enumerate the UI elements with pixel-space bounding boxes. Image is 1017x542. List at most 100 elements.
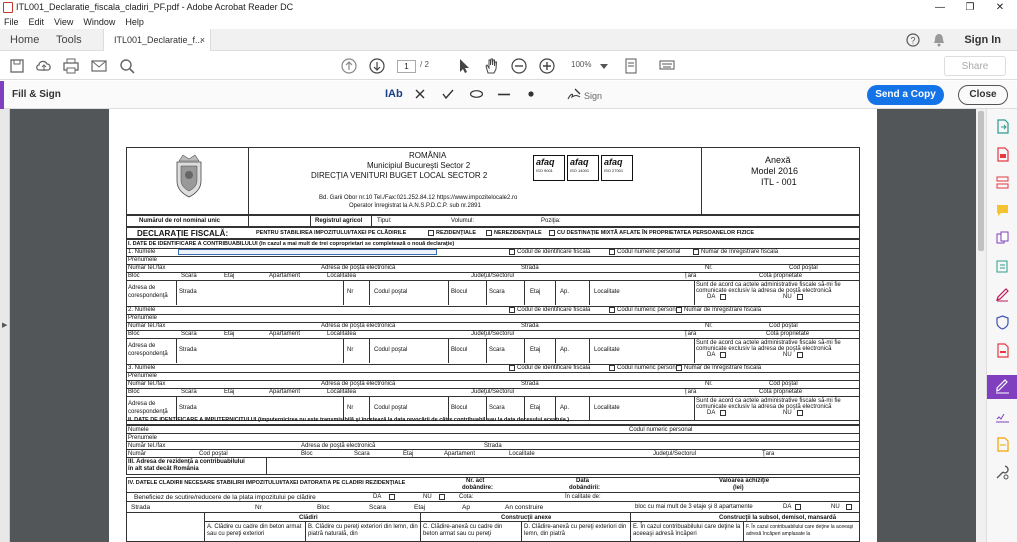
close-button[interactable]: Close [958, 85, 1008, 105]
corr-divider [589, 281, 590, 305]
close-tab-icon[interactable]: × [200, 29, 205, 51]
owner-3-reg_no-checkbox[interactable] [676, 365, 682, 371]
redact-icon[interactable] [995, 343, 1010, 358]
fill-sign-tool-active[interactable] [987, 375, 1017, 399]
create-pdf-icon[interactable] [995, 147, 1010, 162]
edit-pdf-icon[interactable] [995, 259, 1010, 274]
protect-icon[interactable] [995, 315, 1010, 330]
owner-3-corr-loc: Localitate [594, 405, 620, 411]
menu-help[interactable]: Help [125, 17, 144, 27]
mixed-checkbox[interactable] [549, 230, 555, 236]
add-text-icon[interactable]: IAb [385, 87, 403, 101]
owner-3-consent-no-checkbox[interactable] [797, 410, 803, 416]
page-total: / 2 [420, 60, 429, 69]
next-page-icon[interactable] [368, 57, 386, 75]
s4-col-c: C. Clădire-anexă cu cadre din beton arma… [423, 524, 503, 537]
fill-sign-pen-icon [996, 379, 1009, 394]
check-mark-icon[interactable] [442, 89, 454, 99]
left-navigation-pane[interactable]: ▶ [0, 109, 10, 542]
export-pdf-icon[interactable] [995, 119, 1010, 134]
vertical-scrollbar[interactable] [976, 109, 986, 542]
owner-1-fiscal_id-checkbox[interactable] [509, 249, 515, 255]
sign-label[interactable]: Sign [584, 89, 602, 103]
comment-icon[interactable] [995, 203, 1010, 218]
help-icon[interactable]: ? [906, 33, 920, 47]
pen-icon[interactable] [995, 287, 1010, 302]
owner-3-personal_code-checkbox[interactable] [609, 365, 615, 371]
owner-2-personal_code-checkbox[interactable] [609, 307, 615, 313]
owner-2-reg_no-checkbox[interactable] [676, 307, 682, 313]
scrollbar-thumb[interactable] [978, 111, 984, 251]
document-viewer[interactable]: ROMÂNIA Municipiul Bucureşti Sector 2 DI… [10, 109, 976, 542]
page-fit-icon[interactable] [623, 57, 641, 75]
hand-tool-icon[interactable] [482, 57, 500, 75]
owner-2-fiscal_id-checkbox[interactable] [509, 307, 515, 313]
bell-icon[interactable] [933, 33, 945, 47]
ellipse-icon[interactable] [470, 90, 483, 98]
owner-3-consent-yes-checkbox[interactable] [720, 410, 726, 416]
keyboard-icon[interactable] [658, 57, 676, 75]
tab-document[interactable]: ITL001_Declaratie_f... × [103, 29, 211, 51]
organize-pages-icon[interactable] [995, 175, 1010, 190]
more-tools-icon[interactable] [995, 465, 1010, 480]
email-icon[interactable] [90, 57, 108, 75]
owner-2-country-label: Ţara [684, 331, 697, 337]
s4-floors-no-checkbox[interactable] [846, 504, 852, 510]
owner-1-consent-yes-checkbox[interactable] [720, 294, 726, 300]
select-cursor-icon[interactable] [455, 57, 473, 75]
zoom-in-icon[interactable] [538, 57, 556, 75]
sign-in-button[interactable]: Sign In [964, 29, 1001, 51]
owner-1-share-label: Cotă proprietate [759, 273, 803, 279]
owner-1-personal_code-checkbox[interactable] [609, 249, 615, 255]
zoom-dropdown-icon[interactable] [600, 64, 608, 69]
section-3-subtitle: în alt stat decât România [128, 466, 199, 472]
share-button[interactable]: Share [944, 56, 1006, 76]
print-icon[interactable] [62, 57, 80, 75]
sign-pen-icon[interactable] [566, 87, 582, 101]
send-file-icon[interactable] [995, 437, 1010, 452]
menu-window[interactable]: Window [83, 17, 115, 27]
owner-2-consent-yes-checkbox[interactable] [720, 352, 726, 358]
save-icon[interactable] [8, 57, 26, 75]
pdf-file-icon [3, 2, 13, 13]
combine-files-icon[interactable] [995, 231, 1010, 246]
search-icon[interactable] [118, 57, 136, 75]
s4-floors-yes-checkbox[interactable] [795, 504, 801, 510]
menu-edit[interactable]: Edit [29, 17, 45, 27]
owner-3-apartment-label: Apartament [269, 389, 301, 395]
owner-2-consent-no-checkbox[interactable] [797, 352, 803, 358]
dot-icon[interactable] [528, 91, 534, 97]
s4-benefit-no-checkbox[interactable] [439, 494, 445, 500]
owner-1-corr-nr: Nr [347, 289, 354, 295]
tab-tools[interactable]: Tools [56, 29, 82, 51]
close-window-button[interactable]: ✕ [985, 0, 1015, 15]
cross-mark-icon[interactable] [415, 89, 425, 99]
send-copy-button[interactable]: Send a Copy [867, 85, 944, 105]
owner-1-reg_no-checkbox[interactable] [693, 249, 699, 255]
line-icon[interactable] [498, 93, 510, 96]
expand-pane-icon[interactable]: ▶ [2, 321, 7, 329]
owner-1-name-input[interactable] [178, 249, 437, 255]
minimize-button[interactable]: — [925, 0, 955, 15]
restore-button[interactable]: ❐ [955, 0, 985, 15]
send-for-signature-icon[interactable] [995, 409, 1010, 424]
pdf-page: ROMÂNIA Municipiul Bucureşti Sector 2 DI… [109, 109, 877, 542]
menu-view[interactable]: View [54, 17, 73, 27]
owner-1-consent-no-checkbox[interactable] [797, 294, 803, 300]
nonresidential-checkbox[interactable] [486, 230, 492, 236]
owner-1-consent-no: NU [783, 294, 792, 300]
tab-home[interactable]: Home [10, 29, 39, 51]
owner-1-first-name-label: Prenumele [128, 257, 158, 263]
s4-benefit-yes-checkbox[interactable] [389, 494, 395, 500]
owner-3-personal_code-label: Codul numeric personal [617, 365, 681, 371]
previous-page-icon[interactable] [340, 57, 358, 75]
section-3-title: III. Adresa de rezidenţă a contribuabilu… [128, 459, 245, 465]
menu-file[interactable]: File [4, 17, 19, 27]
residential-checkbox[interactable] [428, 230, 434, 236]
zoom-level[interactable]: 100% [571, 60, 591, 69]
zoom-out-icon[interactable] [510, 57, 528, 75]
owner-3-fiscal_id-checkbox[interactable] [509, 365, 515, 371]
s4-col-e: E. În cazul contribuabilului care deţine… [633, 524, 741, 537]
page-number-input[interactable]: 1 [397, 60, 416, 73]
cloud-upload-icon[interactable] [35, 57, 53, 75]
